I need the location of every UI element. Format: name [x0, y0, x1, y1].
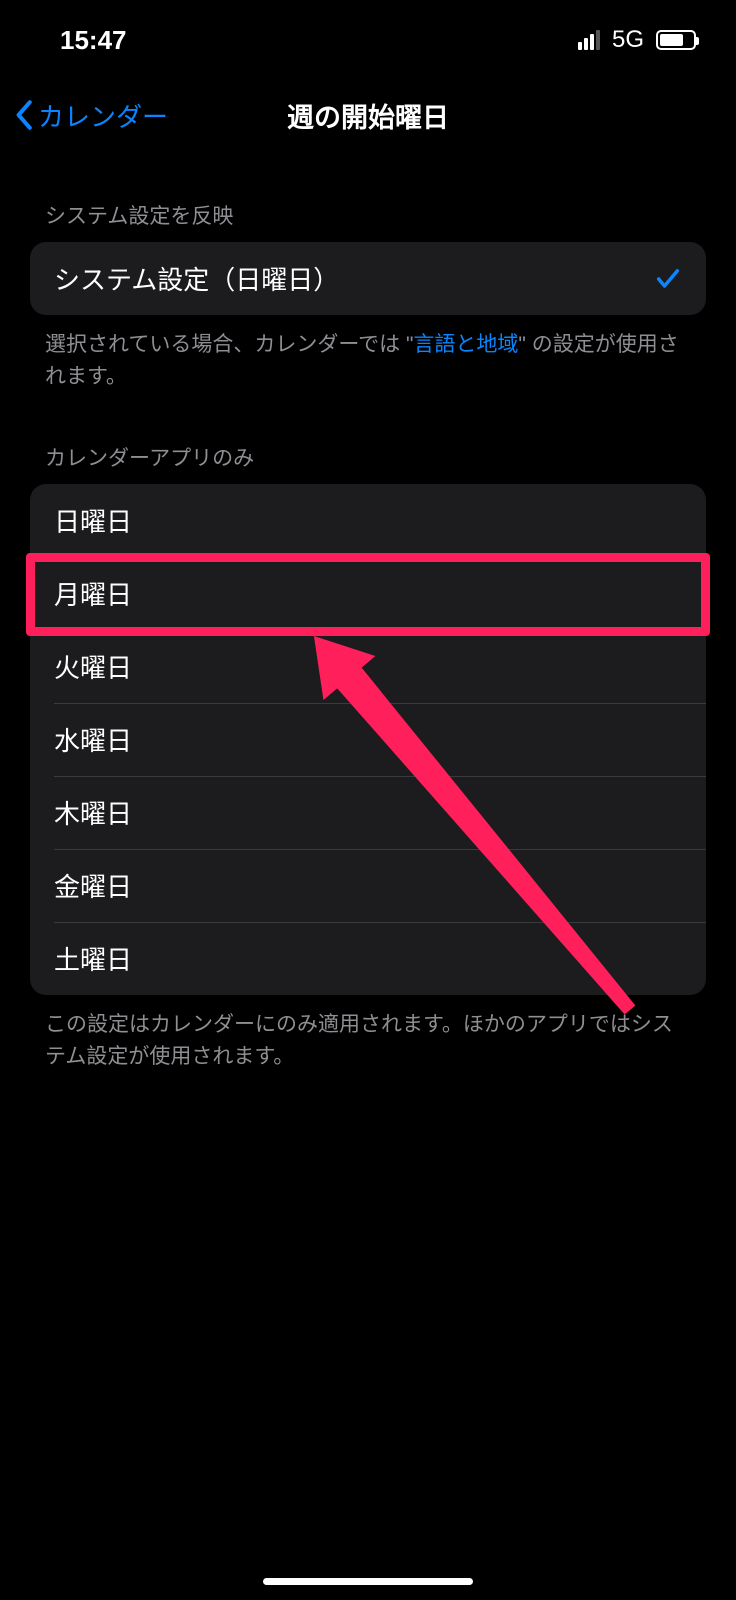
- cell-label: 月曜日: [54, 575, 132, 612]
- section-footer-system: 選択されている場合、カレンダーでは "言語と地域" の設定が使用されます。: [30, 315, 706, 392]
- cell-day-sunday[interactable]: 日曜日: [30, 484, 706, 557]
- battery-icon: [656, 30, 696, 50]
- cell-day-saturday[interactable]: 土曜日: [30, 922, 706, 995]
- section-header-system: システム設定を反映: [30, 150, 706, 242]
- chevron-left-icon: [14, 99, 36, 131]
- cell-label: 日曜日: [54, 502, 132, 539]
- section-header-app: カレンダーアプリのみ: [30, 392, 706, 484]
- home-indicator: [263, 1578, 473, 1585]
- cell-day-tuesday[interactable]: 火曜日: [30, 630, 706, 703]
- cell-label: 木曜日: [54, 794, 132, 831]
- status-bar: 15:47 5G: [0, 0, 736, 80]
- cell-label: 水曜日: [54, 721, 132, 758]
- status-right: 5G: [578, 26, 696, 54]
- cell-label: 金曜日: [54, 867, 132, 904]
- cell-label: 土曜日: [54, 940, 132, 977]
- language-region-link[interactable]: 言語と地域: [413, 333, 518, 356]
- back-label: カレンダー: [38, 97, 168, 134]
- back-button[interactable]: カレンダー: [14, 97, 168, 134]
- checkmark-icon: [654, 265, 682, 293]
- cell-group-days: 日曜日 月曜日 火曜日 水曜日 木曜日 金曜日 土曜日: [30, 484, 706, 995]
- status-time: 15:47: [60, 25, 127, 56]
- cell-group-system: システム設定（日曜日）: [30, 242, 706, 315]
- cell-system-setting[interactable]: システム設定（日曜日）: [30, 242, 706, 315]
- section-footer-app: この設定はカレンダーにのみ適用されます。ほかのアプリではシステム設定が使用されま…: [30, 995, 706, 1072]
- cell-day-friday[interactable]: 金曜日: [30, 849, 706, 922]
- network-label: 5G: [612, 26, 644, 54]
- nav-bar: カレンダー 週の開始曜日: [0, 80, 736, 150]
- cell-day-wednesday[interactable]: 水曜日: [30, 703, 706, 776]
- cell-day-monday[interactable]: 月曜日: [30, 557, 706, 630]
- cell-label: システム設定（日曜日）: [54, 260, 339, 297]
- cell-day-thursday[interactable]: 木曜日: [30, 776, 706, 849]
- cellular-signal-icon: [578, 30, 600, 50]
- cell-label: 火曜日: [54, 648, 132, 685]
